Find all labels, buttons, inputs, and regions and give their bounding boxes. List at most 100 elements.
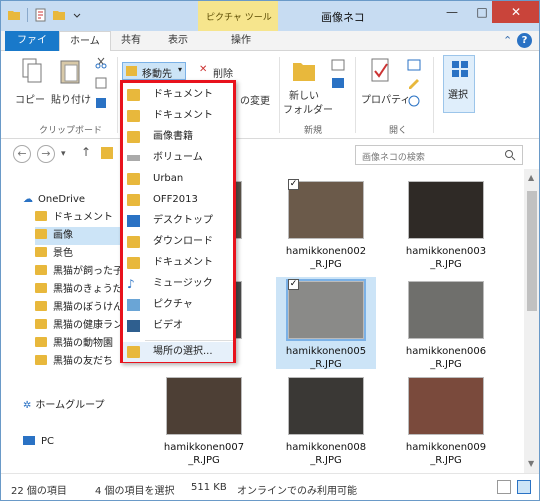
details-view-icon[interactable] bbox=[497, 480, 511, 494]
tab-file[interactable]: ファイル bbox=[5, 31, 59, 66]
nav-homegroup-label: ホームグループ bbox=[35, 400, 105, 411]
back-button[interactable]: ← bbox=[13, 145, 31, 163]
file-tile[interactable]: hamikkonen003 _R.JPG bbox=[396, 181, 496, 271]
menu-separator bbox=[145, 340, 233, 341]
nav-item-label: 黒猫のぼうけん bbox=[53, 302, 123, 313]
properties-icon bbox=[371, 58, 389, 82]
choose-location-item[interactable]: 場所の選択... bbox=[123, 342, 233, 362]
thumbnail bbox=[408, 281, 484, 339]
folder-icon bbox=[35, 319, 47, 329]
large-icons-view-icon[interactable] bbox=[517, 480, 531, 494]
scroll-up-icon[interactable]: ▲ bbox=[528, 173, 534, 182]
new-item-icon[interactable] bbox=[331, 59, 345, 71]
up-button[interactable]: ↑ bbox=[81, 145, 91, 159]
menu-item-folder[interactable]: 画像書籍 bbox=[123, 127, 233, 147]
help-icon[interactable]: ? bbox=[517, 33, 532, 48]
search-icon[interactable] bbox=[504, 149, 516, 161]
copy-path-icon[interactable] bbox=[95, 77, 107, 89]
tab-home[interactable]: ホーム bbox=[59, 31, 111, 52]
move-to-button[interactable]: 移動先 ▾ bbox=[122, 62, 186, 80]
tab-manage[interactable]: 操作 bbox=[221, 31, 261, 51]
rename-button[interactable]: の変更 bbox=[240, 92, 270, 107]
thumbnail bbox=[408, 181, 484, 239]
menu-item-documents[interactable]: ドキュメント bbox=[123, 85, 233, 105]
folder-icon bbox=[127, 194, 140, 206]
ribbon-tabs: ファイル ホーム 共有 表示 操作 bbox=[1, 31, 539, 66]
folder-icon bbox=[127, 346, 140, 358]
nav-pc[interactable]: PC bbox=[23, 433, 54, 451]
folder-icon bbox=[35, 283, 47, 293]
select-label: 選択 bbox=[448, 90, 468, 101]
folder-icon bbox=[35, 265, 47, 275]
computer-icon bbox=[23, 436, 35, 445]
new-folder-label-2[interactable]: フォルダー bbox=[283, 101, 333, 116]
nav-homegroup[interactable]: ✲ ホームグループ bbox=[23, 397, 105, 415]
copy-icon bbox=[22, 58, 42, 83]
paste-button[interactable]: 貼り付け bbox=[51, 91, 91, 106]
menu-item-desktop[interactable]: デスクトップ bbox=[123, 211, 233, 231]
homegroup-icon: ✲ bbox=[23, 400, 32, 411]
select-all-icon bbox=[452, 61, 468, 77]
cut-icon[interactable] bbox=[95, 57, 107, 69]
dropdown-arrow-icon[interactable] bbox=[70, 8, 84, 22]
vertical-scrollbar[interactable]: ▲ ▼ bbox=[524, 169, 539, 473]
file-tile[interactable]: hamikkonen006 _R.JPG bbox=[396, 281, 496, 371]
menu-item-music[interactable]: ♪ ミュージック bbox=[123, 274, 233, 294]
file-name: hamikkonen005 _R.JPG bbox=[285, 346, 367, 370]
file-name: hamikkonen002 _R.JPG bbox=[285, 246, 367, 270]
history-icon[interactable] bbox=[407, 95, 421, 107]
new-folder-icon bbox=[293, 63, 315, 81]
search-placeholder: 画像ネコの検索 bbox=[362, 153, 425, 163]
delete-button[interactable]: 削除 bbox=[213, 65, 233, 80]
download-folder-icon bbox=[127, 236, 140, 248]
file-tile[interactable]: hamikkonen008 _R.JPG bbox=[276, 377, 376, 467]
menu-item-documents[interactable]: ドキュメント bbox=[123, 253, 233, 273]
window-title: 画像ネコ bbox=[321, 11, 365, 24]
menu-item-downloads[interactable]: ダウンロード bbox=[123, 232, 233, 252]
paste-shortcut-icon[interactable] bbox=[95, 97, 107, 109]
delete-icon: ✕ bbox=[199, 64, 208, 75]
tab-share[interactable]: 共有 bbox=[111, 31, 151, 51]
close-button[interactable]: ✕ bbox=[492, 1, 539, 23]
menu-item-pictures[interactable]: ピクチャ bbox=[123, 295, 233, 315]
edit-icon[interactable] bbox=[407, 77, 421, 89]
menu-item-documents[interactable]: ドキュメント bbox=[123, 106, 233, 126]
menu-item-folder[interactable]: Urban bbox=[123, 169, 233, 189]
forward-button[interactable]: → bbox=[37, 145, 55, 163]
menu-item-volume[interactable]: ボリューム bbox=[123, 148, 233, 168]
search-input[interactable]: 画像ネコの検索 bbox=[355, 145, 523, 165]
ribbon-collapse-icon[interactable]: ⌃ bbox=[503, 34, 512, 47]
file-tile[interactable]: hamikkonen009 _R.JPG bbox=[396, 377, 496, 467]
checkbox[interactable]: ✓ bbox=[288, 279, 299, 290]
nav-onedrive[interactable]: ☁ OneDrive bbox=[23, 191, 85, 209]
library-icon bbox=[127, 110, 140, 122]
minimize-button[interactable]: — bbox=[437, 1, 467, 23]
menu-item-videos[interactable]: ビデオ bbox=[123, 316, 233, 336]
recent-dropdown-icon[interactable]: ▾ bbox=[61, 149, 66, 159]
select-button[interactable]: 選択 bbox=[443, 55, 475, 113]
file-tile[interactable]: hamikkonen007 _R.JPG bbox=[154, 377, 254, 467]
menu-item-folder[interactable]: OFF2013 bbox=[123, 190, 233, 210]
file-name: hamikkonen003 _R.JPG bbox=[405, 246, 487, 270]
properties-icon[interactable] bbox=[34, 8, 48, 22]
file-tile-selected[interactable]: ✓ hamikkonen005 _R.JPG bbox=[276, 277, 376, 371]
scrollbar-thumb[interactable] bbox=[527, 191, 537, 311]
nav-item-label: 黒猫の動物園 bbox=[53, 338, 113, 349]
new-folder-label-1[interactable]: 新しい bbox=[289, 87, 319, 102]
quick-access-toolbar bbox=[7, 8, 84, 22]
easy-access-icon[interactable] bbox=[331, 77, 345, 89]
move-folder-icon bbox=[126, 66, 137, 76]
new-folder-icon[interactable] bbox=[52, 8, 66, 22]
nav-item-label: 黒猫の友だち bbox=[53, 356, 113, 367]
folder-icon bbox=[101, 147, 113, 159]
checkbox[interactable]: ✓ bbox=[288, 179, 299, 190]
group-separator bbox=[433, 57, 434, 133]
file-tile[interactable]: ✓ hamikkonen002 _R.JPG bbox=[276, 179, 376, 271]
scroll-down-icon[interactable]: ▼ bbox=[528, 459, 534, 468]
thumbnail bbox=[166, 377, 242, 435]
file-name: hamikkonen007 _R.JPG bbox=[163, 442, 245, 466]
open-icon[interactable] bbox=[407, 59, 421, 71]
properties-button[interactable]: プロパティ bbox=[361, 91, 410, 106]
copy-button[interactable]: コピー bbox=[15, 91, 45, 106]
tab-view[interactable]: 表示 bbox=[158, 31, 198, 51]
